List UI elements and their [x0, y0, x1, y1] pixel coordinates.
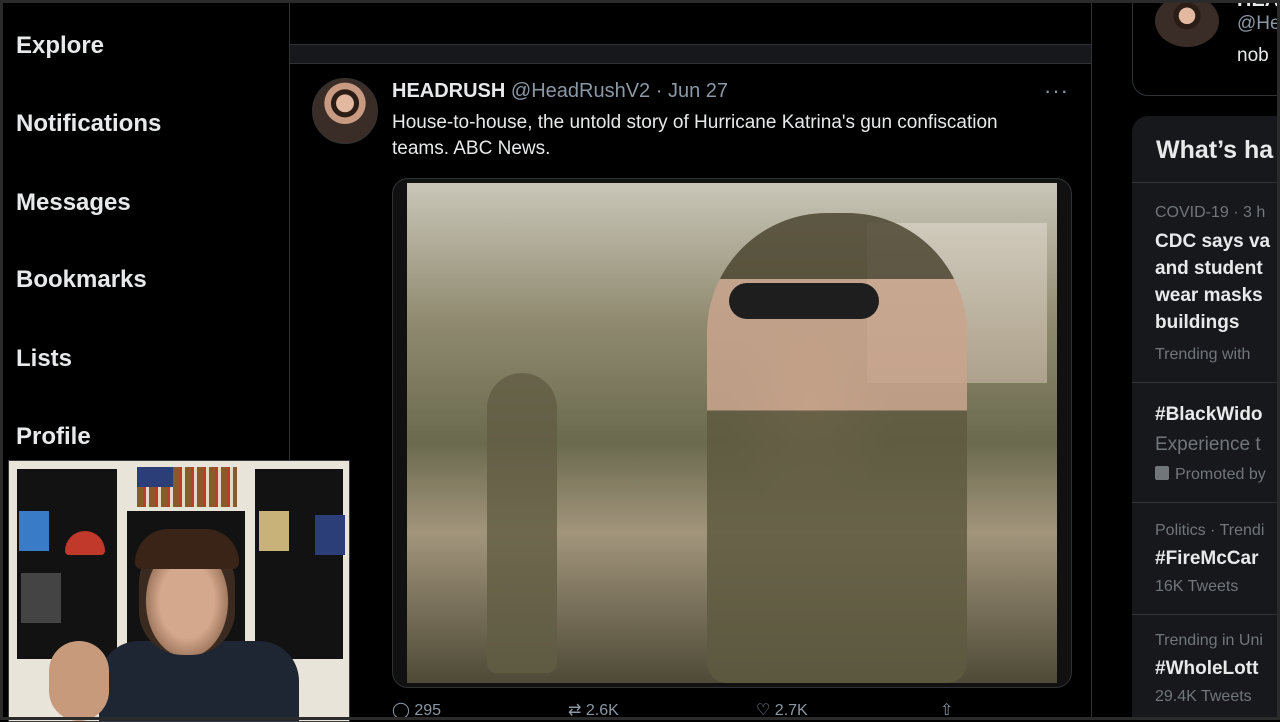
shelf-left	[17, 469, 117, 659]
trends-divider	[1132, 502, 1280, 503]
account-card[interactable]: HEA @He nob	[1132, 0, 1280, 96]
webcam-overlay	[8, 460, 350, 722]
column-divider-right	[1091, 0, 1092, 720]
trend-sub: 16K Tweets	[1155, 578, 1239, 595]
trend-sub: Experience t	[1155, 434, 1261, 455]
flag-decor	[137, 467, 237, 507]
shelf-right	[255, 469, 343, 659]
trend-sub: 29.4K Tweets	[1155, 688, 1252, 705]
account-bio: nob	[1237, 45, 1269, 66]
nav-bookmarks[interactable]: Bookmarks	[16, 266, 147, 294]
trend-title-line: wear masks	[1155, 285, 1263, 306]
trends-divider	[1132, 614, 1280, 615]
trend-sub: Trending with	[1155, 346, 1251, 363]
trend-title-line: buildings	[1155, 312, 1240, 333]
heart-icon: ♡	[756, 702, 771, 719]
account-name[interactable]: HEA	[1237, 0, 1279, 12]
book-decor	[315, 515, 345, 555]
retweet-count: 2.6K	[585, 702, 619, 719]
trend-title-line: CDC says va	[1155, 231, 1271, 252]
tweet-actions: ◯ 295 ⇄ 2.6K ♡ 2.7K ⇧	[392, 700, 1052, 720]
promoted-label: Promoted by	[1155, 466, 1266, 484]
right-sidebar: HEA @He nob What’s ha COVID-19 · 3 h CDC…	[1132, 0, 1280, 720]
reply-button[interactable]: ◯ 295	[392, 700, 441, 720]
trend-meta: Politics · Trendi	[1155, 522, 1265, 539]
trends-heading: What’s ha	[1156, 136, 1274, 164]
author-avatar[interactable]	[312, 78, 378, 144]
streamer-hair	[135, 529, 239, 569]
video-sunglasses	[729, 283, 879, 319]
share-icon: ⇧	[940, 702, 954, 719]
nav-explore[interactable]: Explore	[16, 32, 104, 60]
book-decor	[259, 511, 289, 551]
trends-divider	[1132, 382, 1280, 383]
timeline-separator	[290, 44, 1091, 64]
streamer-hand	[49, 641, 109, 721]
video-frame[interactable]	[407, 183, 1057, 683]
like-count: 2.7K	[774, 702, 808, 719]
nav-lists[interactable]: Lists	[16, 345, 72, 373]
nav-notifications[interactable]: Notifications	[16, 110, 161, 138]
trends-panel: What’s ha COVID-19 · 3 h CDC says va and…	[1132, 116, 1280, 720]
reply-icon: ◯	[392, 702, 410, 719]
tweet-date[interactable]: · Jun 27	[656, 80, 728, 102]
nav-profile[interactable]: Profile	[16, 423, 91, 451]
trend-meta: Trending in Uni	[1155, 632, 1263, 649]
book-decor	[19, 511, 49, 551]
nav-messages[interactable]: Messages	[16, 189, 131, 217]
trend-title-line: #BlackWido	[1155, 404, 1263, 425]
tweet-video[interactable]	[392, 178, 1072, 688]
trend-title-line: and student	[1155, 258, 1263, 279]
trend-title-line: #FireMcCar	[1155, 548, 1259, 569]
account-handle[interactable]: @He	[1237, 13, 1280, 35]
tweet-header: HEADRUSH @HeadRushV2 · Jun 27	[392, 80, 728, 103]
more-options-icon[interactable]: ···	[1044, 78, 1069, 104]
video-background-soldier	[487, 373, 557, 673]
retweet-icon: ⇄	[568, 702, 582, 719]
trend-title-line: #WholeLott	[1155, 658, 1259, 679]
like-button[interactable]: ♡ 2.7K	[756, 700, 808, 720]
author-handle[interactable]: @HeadRushV2	[511, 80, 650, 102]
trend-meta: COVID-19 · 3 h	[1155, 204, 1266, 221]
framed-photo-decor	[21, 573, 61, 623]
promoted-icon	[1155, 466, 1169, 480]
trends-divider	[1132, 182, 1280, 183]
retweet-button[interactable]: ⇄ 2.6K	[568, 700, 619, 720]
account-avatar[interactable]	[1155, 0, 1219, 47]
reply-count: 295	[414, 702, 442, 719]
share-button[interactable]: ⇧	[940, 700, 953, 720]
tweet-text: House-to-house, the untold story of Hurr…	[392, 112, 998, 159]
author-name[interactable]: HEADRUSH	[392, 80, 505, 102]
timeline-column: HEADRUSH @HeadRushV2 · Jun 27 ··· House-…	[290, 0, 1091, 720]
